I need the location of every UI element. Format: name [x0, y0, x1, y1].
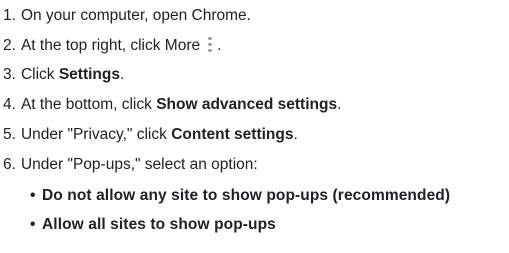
step-3: 3. Click Settings.: [3, 65, 124, 85]
step-1: 1. On your computer, open Chrome.: [3, 6, 251, 26]
step-text-suffix: .: [119, 66, 125, 83]
option-label: Allow all sites to show pop-ups: [42, 216, 276, 233]
option-label: Do not allow any site to show pop-ups (r…: [42, 187, 451, 204]
step-4: 4. At the bottom, click Show advanced set…: [3, 95, 341, 115]
step-number: 6.: [3, 156, 16, 173]
step-number: 5.: [3, 126, 16, 143]
step-emphasis-content-settings: Content settings: [171, 126, 294, 143]
step-text-suffix: .: [293, 126, 298, 143]
step-text: At the bottom, click: [20, 96, 157, 113]
step-text: On your computer, open Chrome.: [20, 7, 251, 24]
step-text: Click: [20, 66, 59, 83]
step-text-suffix: .: [337, 96, 342, 113]
step-text: At the top right, click More: [20, 37, 201, 54]
step-6: 6. Under "Pop-ups," select an option:: [3, 155, 258, 175]
step-text: Under "Pop-ups," select an option:: [20, 156, 258, 173]
option-block-popups: • Do not allow any site to show pop-ups (…: [30, 186, 450, 206]
step-5: 5. Under "Privacy," click Content setting…: [3, 125, 298, 145]
bullet: •: [30, 216, 36, 233]
step-text-suffix: .: [217, 37, 222, 54]
step-number: 2.: [3, 37, 16, 54]
step-text: Under "Privacy," click: [20, 126, 172, 143]
more-vert-icon: [208, 37, 212, 53]
bullet: •: [30, 187, 36, 204]
step-emphasis-show-advanced-settings: Show advanced settings: [156, 96, 338, 113]
step-emphasis-settings: Settings: [58, 66, 120, 83]
option-allow-popups: • Allow all sites to show pop-ups: [30, 215, 276, 235]
step-number: 4.: [3, 96, 16, 113]
step-number: 1.: [3, 7, 16, 24]
step-2: 2. At the top right, click More.: [3, 36, 221, 56]
step-number: 3.: [3, 66, 16, 83]
